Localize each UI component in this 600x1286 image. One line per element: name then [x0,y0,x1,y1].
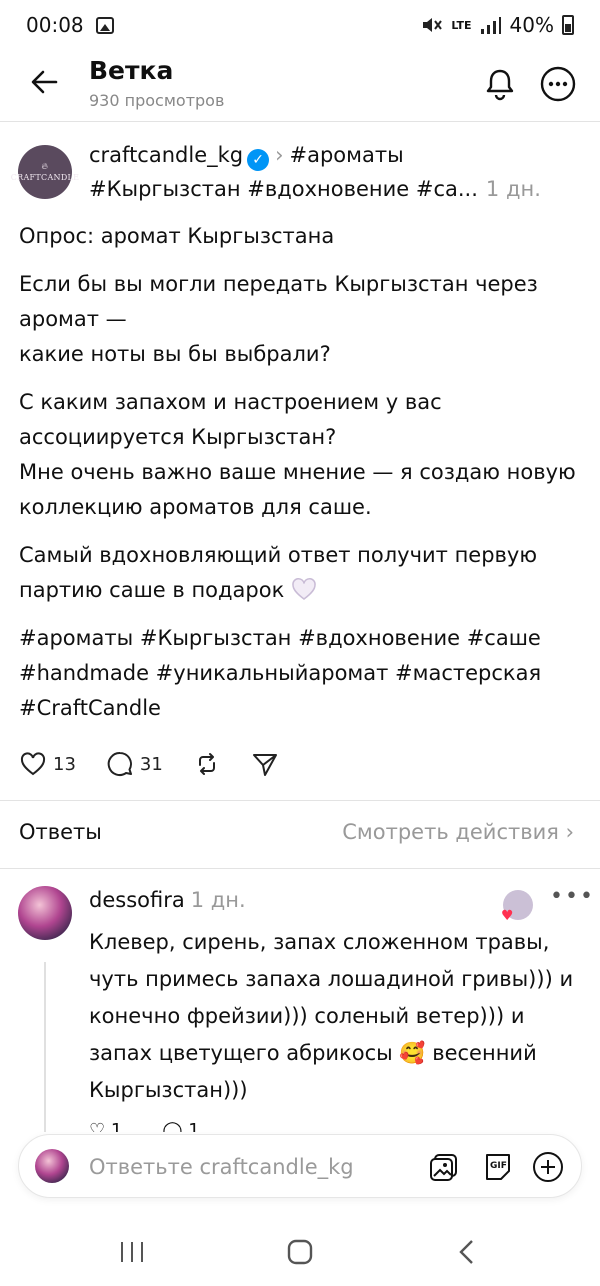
page-title: Ветка [89,56,174,85]
add-icon[interactable] [531,1150,565,1184]
post-body: Опрос: аромат Кыргызстана Если бы вы мог… [19,219,579,739]
author-liked-avatar-icon [501,890,533,924]
more-options-icon[interactable] [538,64,578,104]
reply-author-avatar[interactable] [18,886,72,940]
gallery-notification-icon [95,16,114,34]
reply-username[interactable]: dessofira [89,888,185,912]
reply-comment-count: 1 [188,1120,200,1132]
post-time: 1 дн. [485,177,541,201]
bell-icon[interactable] [480,64,520,104]
answers-label: Ответы [19,820,102,844]
reply-composer: GIF [18,1134,582,1198]
reply-like-button[interactable]: ♡ 1 [89,1120,122,1132]
author-username[interactable]: craftcandle_kg [89,143,243,167]
reply-text: Клевер, сирень, запах сложенном травы, ч… [89,930,574,1102]
post-header: craftcandle_kg ✓ › #ароматы #Кыргызстан #вд… [89,138,580,206]
prize-text: Самый вдохновляющий ответ получит первую… [19,543,538,602]
reply-comment-button[interactable]: ◯ 1 [162,1120,199,1132]
header-tags[interactable]: #Кыргызстан #вдохновение #са... [89,177,478,201]
repost-icon [198,753,215,775]
post-paragraph-association: С каким запахом и настроением у вас ассо… [19,390,576,519]
home-icon[interactable] [280,1236,320,1268]
post-paragraph-title: Опрос: аромат Кыргызстана [19,224,335,248]
svg-text:GIF: GIF [490,1161,507,1171]
reply-time: 1 дн. [190,888,246,912]
thread-line [44,962,46,1132]
network-type-label: LTE [451,18,472,32]
post-paragraph-prize: Самый вдохновляющий ответ получит первую… [19,538,579,608]
send-icon [252,754,277,776]
reply-item: dessofira1 дн. ••• Клевер, сирень, запах… [0,870,600,1132]
avatar-brand-text: CRAFTCANDLE [10,173,80,182]
battery-percent: 40% [509,13,554,37]
battery-icon [562,15,574,35]
reply-input[interactable] [89,1149,409,1185]
post-hashtags[interactable]: #ароматы #Кыргызстан #вдохновение #саше … [19,621,579,726]
back-nav-icon[interactable] [448,1236,488,1268]
like-count: 13 [53,753,76,775]
post-actions: 13 31 [19,750,309,778]
chevron-right-icon: › [275,143,284,167]
system-nav-bar [0,1222,600,1286]
back-arrow-icon[interactable] [26,64,62,100]
thread-header: Ветка 930 просмотров [0,50,600,122]
comment-button[interactable]: 31 [106,750,163,778]
reply-header: dessofira 1 дн. [89,888,246,912]
candle-flame-icon: 🔥︎ [41,162,49,172]
verified-badge-icon: ✓ [247,149,270,171]
gif-icon[interactable]: GIF [481,1150,515,1184]
mute-icon [423,18,443,32]
share-button[interactable] [251,750,279,778]
comment-icon [107,751,132,776]
white-heart-icon [292,577,316,600]
recent-apps-icon[interactable] [112,1236,152,1268]
like-button[interactable]: 13 [19,750,76,778]
composer-avatar [35,1149,69,1183]
chevron-right-icon: › [565,820,574,844]
status-bar: 00:08 LTE 40% [0,0,600,50]
reply-more-icon[interactable]: ••• [550,884,595,909]
signal-icon [480,17,501,34]
post-paragraph-question: Если бы вы могли передать Кыргызстан чер… [19,272,538,366]
view-activity-label: Смотреть действия [342,820,559,844]
topic-tag[interactable]: #ароматы [290,143,404,167]
comment-count: 31 [139,753,163,775]
repost-button[interactable] [193,750,221,778]
author-avatar[interactable]: 🔥︎ CRAFTCANDLE [11,145,79,199]
divider [0,868,600,869]
view-count: 930 просмотров [89,91,225,110]
status-time: 00:08 [26,13,84,37]
answers-bar: Ответы Смотреть действия › [0,800,600,868]
reply-actions: ♡ 1 ◯ 1 [89,1120,200,1132]
view-activity-link[interactable]: Смотреть действия › [342,820,574,844]
reply-like-count: 1 [110,1120,123,1132]
gallery-icon[interactable] [427,1150,461,1184]
heart-icon [20,752,46,776]
